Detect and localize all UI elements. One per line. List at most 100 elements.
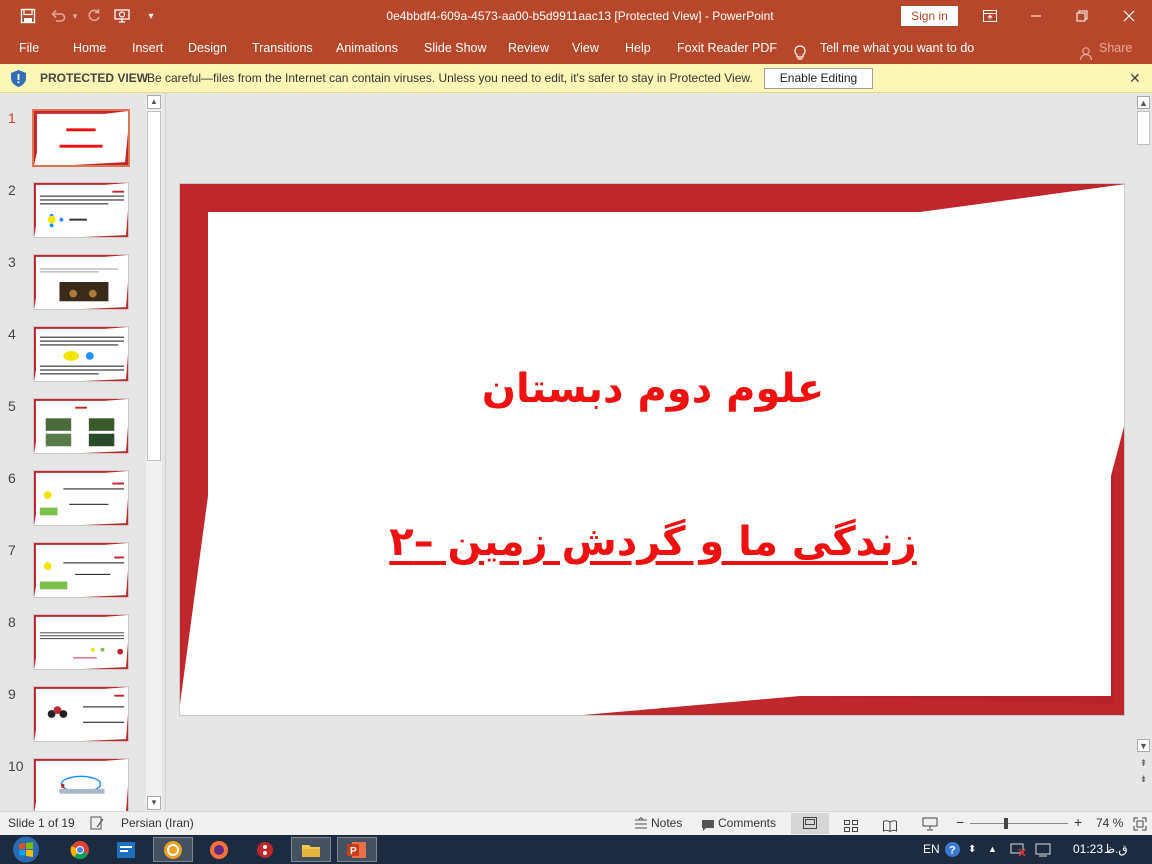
- slide-thumbnail-image: [33, 254, 129, 310]
- tab-slide-show[interactable]: Slide Show: [424, 32, 487, 64]
- zoom-in-icon[interactable]: +: [1074, 811, 1082, 834]
- slide-thumbnail-1[interactable]: 1: [0, 109, 150, 170]
- slide-count: Slide 1 of 19: [8, 816, 75, 830]
- window-title: 0e4bbdf4-609a-4573-aa00-b5d9911aac13 [Pr…: [386, 9, 774, 23]
- share-button[interactable]: Share: [1099, 32, 1132, 64]
- zoom-slider[interactable]: [970, 823, 1068, 824]
- svg-text:P: P: [350, 846, 357, 857]
- slide-number: 1: [8, 110, 16, 126]
- minimize-icon[interactable]: [1013, 0, 1059, 32]
- scroll-up-icon[interactable]: ▲: [1137, 96, 1150, 109]
- action-center-icon[interactable]: [1035, 843, 1051, 860]
- scroll-up-icon[interactable]: ▲: [147, 95, 161, 109]
- file-explorer-icon[interactable]: [291, 837, 331, 862]
- slide-thumbnail-7[interactable]: 7: [0, 542, 150, 602]
- tab-transitions[interactable]: Transitions: [252, 32, 313, 64]
- ribbon-tabs: File Home Insert Design Transitions Anim…: [0, 32, 1152, 64]
- slide-number: 3: [8, 254, 16, 270]
- slide-subtitle[interactable]: زندگی ما و گردش زمین –۲: [180, 519, 1124, 565]
- scroll-down-icon[interactable]: ▼: [147, 796, 161, 810]
- title-bar: ▾ ▾ 0e4bbdf4-609a-4573-aa00-b5d9911aac13…: [0, 0, 1152, 32]
- clock-time[interactable]: 01:23: [1073, 835, 1103, 864]
- customize-quick-access-icon[interactable]: ▾: [137, 0, 165, 32]
- lightbulb-icon: [793, 41, 807, 60]
- tab-home[interactable]: Home: [73, 32, 106, 64]
- notes-button[interactable]: Notes: [651, 812, 682, 835]
- redo-icon[interactable]: [80, 0, 108, 32]
- sign-in-button[interactable]: Sign in: [901, 6, 958, 26]
- next-slide-icon[interactable]: ⇟: [1137, 773, 1150, 786]
- normal-view-button[interactable]: [791, 813, 829, 834]
- pen-icon[interactable]: ⬍: [968, 835, 976, 864]
- slide-number: 6: [8, 470, 16, 486]
- tab-file[interactable]: File: [19, 32, 39, 64]
- slide-title[interactable]: علوم دوم دبستان: [180, 366, 1124, 412]
- zoom-level[interactable]: 74 %: [1096, 812, 1123, 835]
- powerpoint-icon[interactable]: P: [337, 837, 377, 862]
- slide-number: 2: [8, 182, 16, 198]
- start-from-beginning-icon[interactable]: [108, 0, 136, 32]
- zoom-slider-thumb[interactable]: [1004, 818, 1008, 829]
- slide-editing-area: علوم دوم دبستان زندگی ما و گردش زمین –۲: [167, 93, 1135, 811]
- close-bar-icon[interactable]: ✕: [1129, 64, 1141, 93]
- enable-editing-button[interactable]: Enable Editing: [764, 68, 873, 89]
- firefox-icon[interactable]: [199, 837, 239, 862]
- slide-number: 7: [8, 542, 16, 558]
- slide-thumbnail-9[interactable]: 9: [0, 686, 150, 746]
- shield-icon: [9, 69, 28, 88]
- tab-view[interactable]: View: [572, 32, 599, 64]
- slide-canvas[interactable]: علوم دوم دبستان زندگی ما و گردش زمین –۲: [179, 183, 1125, 716]
- share-person-icon: [1079, 41, 1093, 61]
- scroll-down-icon[interactable]: ▼: [1137, 739, 1150, 752]
- tab-help[interactable]: Help: [625, 32, 651, 64]
- start-button[interactable]: [6, 835, 46, 864]
- tab-design[interactable]: Design: [188, 32, 227, 64]
- slide-thumbnail-4[interactable]: 4: [0, 326, 150, 386]
- tab-review[interactable]: Review: [508, 32, 549, 64]
- app-icon[interactable]: [106, 837, 146, 862]
- protected-view-label: PROTECTED VIEW: [40, 71, 149, 85]
- language-indicator[interactable]: Persian (Iran): [121, 812, 194, 835]
- network-icon[interactable]: [1010, 843, 1026, 860]
- slide-thumbnail-6[interactable]: 6: [0, 470, 150, 530]
- slide-number: 9: [8, 686, 16, 702]
- app-icon[interactable]: [245, 837, 285, 862]
- slide-thumbnail-3[interactable]: 3: [0, 254, 150, 314]
- tell-me-search[interactable]: Tell me what you want to do: [820, 32, 974, 64]
- protected-view-bar: PROTECTED VIEW Be careful—files from the…: [0, 64, 1152, 93]
- input-language[interactable]: EN: [923, 835, 940, 864]
- slide-thumbnail-10[interactable]: 10: [0, 758, 150, 811]
- slide-thumbnail-image: [33, 758, 129, 811]
- ribbon-display-options-icon[interactable]: [967, 0, 1013, 32]
- slide-number: 5: [8, 398, 16, 414]
- slide-scrollbar[interactable]: ▲ ▼ ⇞ ⇟: [1135, 93, 1152, 811]
- comments-button[interactable]: Comments: [718, 812, 776, 835]
- slide-thumbnail-image: [32, 109, 130, 167]
- slide-frame-decoration: [180, 184, 1124, 715]
- zoom-out-icon[interactable]: −: [956, 811, 964, 834]
- tab-insert[interactable]: Insert: [132, 32, 163, 64]
- edge-icon[interactable]: [153, 837, 193, 862]
- slide-thumbnail-5[interactable]: 5: [0, 398, 150, 458]
- tab-foxit-reader-pdf[interactable]: Foxit Reader PDF: [677, 32, 777, 64]
- slide-thumbnail-image: [33, 470, 129, 526]
- tab-animations[interactable]: Animations: [336, 32, 398, 64]
- restore-icon[interactable]: [1059, 0, 1105, 32]
- slide-thumbnail-2[interactable]: 2: [0, 182, 150, 242]
- slide-thumbnail-image: [33, 542, 129, 598]
- scroll-thumb[interactable]: [147, 111, 161, 461]
- show-hidden-icons-icon[interactable]: ▲: [988, 835, 997, 864]
- scroll-thumb[interactable]: [1137, 111, 1150, 145]
- slide-thumbnail-8[interactable]: 8: [0, 614, 150, 674]
- previous-slide-icon[interactable]: ⇞: [1137, 757, 1150, 770]
- chrome-icon[interactable]: [60, 837, 100, 862]
- thumbnail-scrollbar[interactable]: ▲ ▼: [146, 95, 162, 811]
- help-icon[interactable]: ?: [944, 841, 961, 862]
- slide-number: 4: [8, 326, 16, 342]
- close-icon[interactable]: [1106, 0, 1152, 32]
- slide-thumbnail-pane: 1 2 3 4 5 6 7 8 9 10 ▲ ▼: [0, 93, 166, 811]
- slide-thumbnail-image: [33, 614, 129, 670]
- slide-thumbnail-image: [33, 182, 129, 238]
- save-icon[interactable]: [14, 0, 42, 32]
- clock-period[interactable]: ق.ظ: [1104, 835, 1128, 864]
